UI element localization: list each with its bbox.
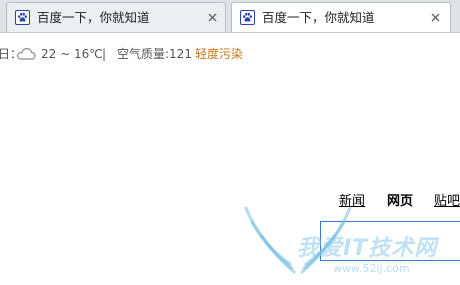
close-icon[interactable] (207, 12, 218, 23)
baidu-paw-icon (240, 10, 255, 25)
baidu-paw-icon (15, 10, 30, 25)
air-quality: 空气质量:121 (117, 47, 192, 61)
watermark-text: 我爱IT技术网 (297, 236, 438, 261)
tab-baidu-2[interactable]: 百度一下，你就知道 (231, 2, 451, 32)
tab-title: 百度一下，你就知道 (37, 10, 150, 25)
cloud-icon (16, 47, 36, 60)
pollution-level[interactable]: 轻度污染 (195, 45, 243, 63)
tab-title: 百度一下，你就知道 (262, 10, 375, 25)
watermark-url: www.52ij.com (333, 262, 410, 275)
close-icon[interactable] (430, 12, 441, 23)
nav-tieba-link[interactable]: 贴吧 (434, 193, 460, 211)
tab-strip: 百度一下，你就知道 百度一下，你就知道 (0, 0, 460, 33)
separator: | (102, 47, 107, 61)
temperature-range: 22 ~ 16℃ (41, 47, 103, 61)
nav-web-current[interactable]: 网页 (387, 193, 413, 211)
tab-baidu-1[interactable]: 百度一下，你就知道 (6, 2, 226, 32)
